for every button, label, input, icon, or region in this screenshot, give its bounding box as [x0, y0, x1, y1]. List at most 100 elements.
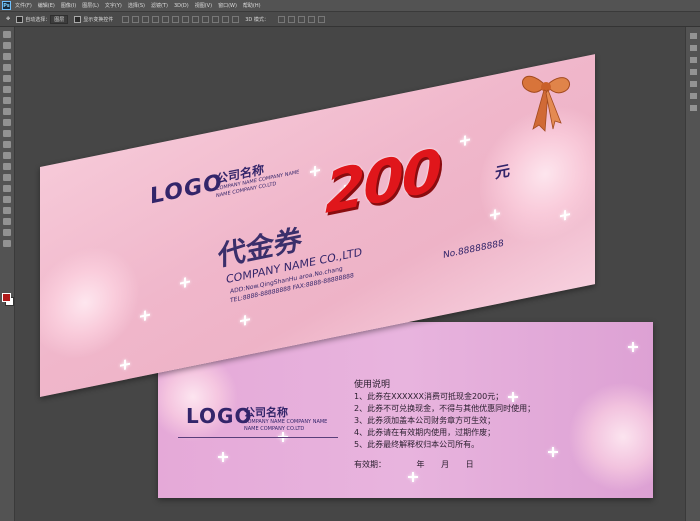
3d-rotate-icon[interactable]	[277, 15, 285, 23]
menu-window[interactable]: 窗口(W)	[218, 2, 237, 9]
distribute-left-icon[interactable]	[212, 15, 220, 23]
distribute-center-icon[interactable]	[222, 15, 230, 23]
healing-brush-icon[interactable]	[3, 97, 11, 104]
eraser-tool-icon[interactable]	[3, 141, 11, 148]
type-tool-icon[interactable]	[3, 196, 11, 203]
move-tool-icon[interactable]: ✥	[6, 16, 10, 22]
options-bar: ✥ 自动选择： 图层 显示变换控件 3D 模式：	[0, 12, 700, 27]
sparkle	[120, 359, 130, 371]
3d-roll-icon[interactable]	[287, 15, 295, 23]
zoom-tool-icon[interactable]	[3, 240, 11, 247]
align-left-icon[interactable]	[152, 15, 160, 23]
align-top-icon[interactable]	[122, 15, 130, 23]
sparkle	[240, 314, 250, 326]
sparkle	[218, 452, 228, 462]
amount-unit: 元	[495, 161, 511, 183]
menu-filter[interactable]: 滤镜(T)	[151, 2, 168, 9]
back-company-en-1: COMPANY NAME COMPANY NAME	[244, 419, 328, 425]
clone-stamp-icon[interactable]	[3, 119, 11, 126]
amount-value: 200	[325, 135, 441, 228]
usage-rule-2: 2、此券不可兑换现金，不得与其他优惠同时使用；	[354, 404, 536, 413]
move-tool-icon[interactable]	[3, 31, 11, 38]
menu-select[interactable]: 选择(S)	[128, 2, 145, 9]
distribute-middle-icon[interactable]	[192, 15, 200, 23]
hand-tool-icon[interactable]	[3, 229, 11, 236]
back-logo: LOGO	[186, 404, 253, 428]
sparkle	[460, 135, 470, 147]
gradient-tool-icon[interactable]	[3, 152, 11, 159]
menu-bar: Ps 文件(F) 编辑(E) 图像(I) 图层(L) 文字(Y) 选择(S) 滤…	[0, 0, 700, 12]
pen-tool-icon[interactable]	[3, 185, 11, 192]
distribute-right-icon[interactable]	[232, 15, 240, 23]
menu-image[interactable]: 图像(I)	[61, 2, 76, 9]
auto-select-checkbox[interactable]	[16, 15, 24, 23]
back-company-en-2: NAME COMPANY CO.LTD	[244, 426, 305, 432]
align-right-icon[interactable]	[172, 15, 180, 23]
flower-decoration	[568, 382, 653, 492]
quick-select-tool-icon[interactable]	[3, 64, 11, 71]
3d-mode-buttons	[275, 15, 325, 23]
history-panel-icon[interactable]	[689, 33, 697, 39]
menu-view[interactable]: 视图(V)	[195, 2, 212, 9]
flower-decoration	[40, 236, 140, 370]
align-middle-icon[interactable]	[132, 15, 140, 23]
lasso-tool-icon[interactable]	[3, 53, 11, 60]
auto-select-option[interactable]: 自动选择： 图层	[16, 14, 69, 24]
panel-dock	[685, 27, 700, 521]
sparkle	[490, 208, 500, 220]
adjustments-panel-icon[interactable]	[689, 57, 697, 63]
history-brush-icon[interactable]	[3, 130, 11, 137]
sparkle	[140, 310, 150, 322]
align-bottom-icon[interactable]	[142, 15, 150, 23]
validity-year: 年	[416, 460, 425, 469]
distribute-bottom-icon[interactable]	[202, 15, 210, 23]
divider-line	[178, 437, 338, 438]
brush-tool-icon[interactable]	[3, 108, 11, 115]
show-transform-checkbox[interactable]	[74, 15, 82, 23]
sparkle	[180, 276, 190, 288]
paragraph-panel-icon[interactable]	[689, 93, 697, 99]
usage-rule-1: 1、此券在XXXXXX消费可抵现金200元；	[354, 392, 504, 401]
menu-type[interactable]: 文字(Y)	[105, 2, 122, 9]
sparkle	[560, 209, 570, 221]
validity-day: 日	[465, 460, 474, 469]
usage-rule-5: 5、此券最终解释权归本公司所有。	[354, 440, 480, 449]
marquee-tool-icon[interactable]	[3, 42, 11, 49]
3d-mode-label: 3D 模式：	[245, 16, 269, 23]
validity-row: 有效期： 年 月 日	[354, 459, 535, 471]
validity-label: 有效期：	[354, 460, 386, 469]
foreground-color-swatch[interactable]	[2, 293, 11, 302]
shape-tool-icon[interactable]	[3, 218, 11, 225]
sparkle	[628, 342, 638, 352]
ribbon-bow-icon	[521, 75, 571, 132]
blur-tool-icon[interactable]	[3, 163, 11, 170]
auto-select-dropdown[interactable]: 图层	[50, 14, 69, 24]
align-buttons	[119, 15, 240, 23]
distribute-top-icon[interactable]	[182, 15, 190, 23]
3d-panel-icon[interactable]	[689, 105, 697, 111]
align-center-icon[interactable]	[162, 15, 170, 23]
usage-title: 使用说明	[354, 380, 391, 390]
3d-slide-icon[interactable]	[307, 15, 315, 23]
character-panel-icon[interactable]	[689, 81, 697, 87]
menu-help[interactable]: 帮助(H)	[243, 2, 261, 9]
menu-edit[interactable]: 编辑(E)	[38, 2, 55, 9]
eyedropper-tool-icon[interactable]	[3, 86, 11, 93]
document-canvas[interactable]: LOGO 公司名称 COMPANY NAME COMPANY NAME NAME…	[15, 27, 685, 521]
crop-tool-icon[interactable]	[3, 75, 11, 82]
dodge-tool-icon[interactable]	[3, 174, 11, 181]
validity-month: 月	[441, 460, 450, 469]
path-select-icon[interactable]	[3, 207, 11, 214]
menu-file[interactable]: 文件(F)	[15, 2, 32, 9]
properties-panel-icon[interactable]	[689, 45, 697, 51]
show-transform-option[interactable]: 显示变换控件	[74, 15, 113, 23]
sparkle	[310, 165, 320, 177]
layers-panel-icon[interactable]	[689, 69, 697, 75]
3d-pan-icon[interactable]	[297, 15, 305, 23]
usage-rule-3: 3、此券须加盖本公司财务章方可生效；	[354, 416, 496, 425]
3d-scale-icon[interactable]	[317, 15, 325, 23]
photoshop-logo: Ps	[2, 1, 11, 10]
menu-layer[interactable]: 图层(L)	[82, 2, 99, 9]
menu-3d[interactable]: 3D(D)	[174, 3, 189, 9]
auto-select-label: 自动选择：	[25, 16, 51, 23]
